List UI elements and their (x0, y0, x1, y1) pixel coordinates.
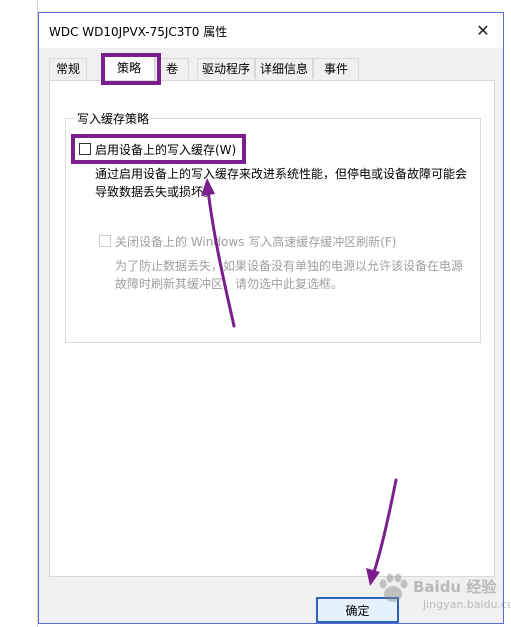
write-cache-group: 写入缓存策略 启用设备上的写入缓存(W) 通过启用设备上的写入缓存来改进系统性能… (65, 110, 481, 343)
enable-write-cache-checkbox[interactable] (79, 143, 91, 155)
tab-strip: 常规 策略 卷 驱动程序 详细信息 事件 (49, 53, 495, 85)
background-left (0, 0, 38, 627)
title-bar: WDC WD10JPVX-75JC3T0 属性 ✕ (39, 13, 503, 48)
tab-annotation-box (101, 53, 161, 85)
tab-details[interactable]: 详细信息 (255, 58, 313, 79)
watermark-subtext: jingyan.baidu.com (423, 598, 511, 611)
paw-logo-icon (379, 573, 408, 602)
tab-driver[interactable]: 驱动程序 (197, 58, 255, 79)
disable-buffer-flush-description-line2: 故障时刷新其缓冲区，请勿选中此复选框。 (115, 277, 344, 291)
properties-dialog: WDC WD10JPVX-75JC3T0 属性 ✕ 常规 策略 卷 驱动程序 详… (38, 12, 504, 624)
watermark-text: Baidu 经验 (413, 578, 497, 596)
close-icon: ✕ (476, 21, 490, 40)
window-title: WDC WD10JPVX-75JC3T0 属性 (49, 25, 228, 39)
tab-general[interactable]: 常规 (49, 58, 87, 79)
baidu-watermark: Baidu 经验 jingyan.baidu.com (375, 570, 511, 620)
policies-panel: 写入缓存策略 启用设备上的写入缓存(W) 通过启用设备上的写入缓存来改进系统性能… (49, 80, 495, 577)
enable-write-cache-description-line1: 通过启用设备上的写入缓存来改进系统性能，但停电或设备故障可能会 (95, 167, 468, 181)
disable-buffer-flush-description-line1: 为了防止数据丢失，如果设备没有单独的电源以允许该设备在电源 (115, 259, 464, 273)
close-button[interactable]: ✕ (463, 13, 503, 48)
enable-write-cache-description-line2: 导致数据丢失或损坏。 (95, 185, 216, 199)
tab-events[interactable]: 事件 (313, 58, 359, 79)
disable-buffer-flush-checkbox[interactable] (99, 235, 111, 247)
enable-write-cache-label[interactable]: 启用设备上的写入缓存(W) (95, 141, 236, 158)
disable-buffer-flush-label[interactable]: 关闭设备上的 Windows 写入高速缓存缓冲区刷新(F) (115, 233, 396, 250)
group-title: 写入缓存策略 (75, 110, 152, 127)
